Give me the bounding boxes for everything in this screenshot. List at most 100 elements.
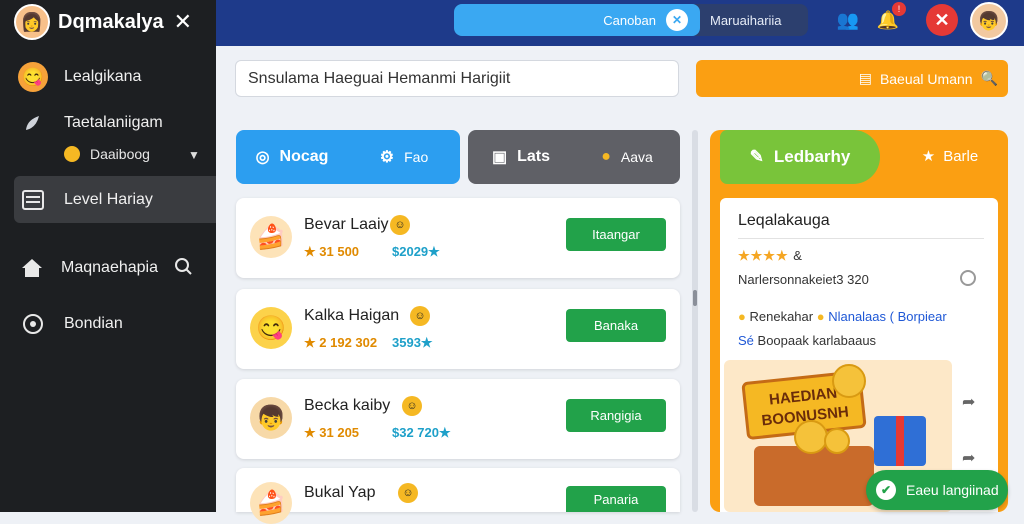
panel-line-3-a: Sé	[738, 333, 754, 348]
list-item: 😋 Kalka Haigan ☺ ★ 2 192 302 3593★ Banak…	[236, 289, 680, 369]
sidebar-item-lealgikana[interactable]: 😋 Lealgikana	[0, 60, 216, 94]
edit-icon: ✎	[749, 147, 764, 166]
sidebar-item-label: Lealgikana	[64, 68, 142, 85]
coin-icon: ●	[601, 148, 611, 165]
trophy-icon: 😋	[18, 62, 48, 92]
scrollbar[interactable]	[692, 130, 698, 512]
sidebar-item-label: Taetalaniigam	[64, 114, 163, 131]
tab-icon: ◎	[255, 149, 270, 166]
tab-fao[interactable]: ⚙ Fao	[348, 147, 460, 167]
treasure-chest	[754, 446, 874, 506]
sidebar: 👩 Dqmakalya ✕ 😋 Lealgikana Taetalaniigam…	[0, 0, 216, 512]
sidebar-subitem[interactable]: Daaiboog	[64, 146, 150, 162]
list-item: 🍰 Bevar Laaiy ☺ ★ 31 500 $2029★ Itaangar	[236, 198, 680, 278]
stars-glyphs: ★★★★	[738, 248, 789, 263]
item-value-secondary: $32 720★	[392, 425, 451, 440]
rating-suffix: &	[793, 248, 803, 263]
item-action-button[interactable]: Banaka	[566, 309, 666, 342]
sidebar-item-label: Level Hariay	[64, 191, 153, 208]
item-value-secondary: $2029★	[392, 244, 440, 259]
item-action-button[interactable]: Rangigia	[566, 399, 666, 432]
scrollbar-thumb[interactable]	[693, 290, 697, 306]
tab-group-secondary: ▣ Lats ● Aava	[468, 130, 680, 184]
tab-lats[interactable]: ▣ Lats	[468, 147, 574, 167]
mode-switch[interactable]: Canoban ✕ Maruaihariia	[454, 4, 808, 36]
tab-nocag[interactable]: ◎ Nocag	[236, 147, 348, 167]
tab-label: Aava	[620, 149, 653, 165]
list-item: 👦 Becka kaiby ☺ ★ 31 205 $32 720★ Rangig…	[236, 379, 680, 459]
share-icon[interactable]: ➦	[962, 448, 975, 468]
fab-label: Eaeu langiinad	[906, 482, 999, 498]
gift-ribbon	[896, 416, 904, 466]
search-input[interactable]: Snsulama Haeguai Hemanmi Harigiit	[235, 60, 679, 97]
share-icon[interactable]: ➦	[962, 392, 975, 412]
tab-label: Lats	[517, 148, 551, 165]
search-icon: 🔍	[980, 70, 998, 86]
notification-badge: !	[892, 2, 906, 16]
panel-line-1: Narlersonnakeiet3 320	[738, 272, 869, 287]
panel-line-3-b: Boopaak karlabaaus	[757, 333, 877, 348]
list-icon: ▤	[858, 70, 872, 86]
panel-line-2: ● Renekahar ● Nlanalaas ( Borpiear	[738, 309, 947, 324]
sidebar-item-taetalaniigam[interactable]: Taetalaniigam	[0, 106, 216, 140]
pill-left-label: Canoban	[603, 12, 656, 28]
item-value-secondary: 3593★	[392, 335, 433, 350]
panel-line-3: Sé Boopaak karlabaaus	[738, 333, 876, 348]
coin-icon	[64, 146, 80, 162]
cake-icon: 🍰	[250, 482, 292, 524]
app-avatar: 👩	[14, 4, 50, 40]
notifications-icon[interactable]: 🔔!	[872, 2, 906, 36]
eye-icon[interactable]	[960, 270, 976, 286]
sidebar-item-maqnaehapia[interactable]: Maqnaehapia	[0, 251, 216, 285]
rating-stars: ★★★★ &	[738, 248, 803, 264]
smile-icon: ☺	[398, 483, 418, 503]
item-action-button[interactable]: Itaangar	[566, 218, 666, 251]
sidebar-item-bondian[interactable]: Bondian	[0, 307, 216, 341]
check-icon: ✔	[876, 480, 896, 500]
sidebar-subitem-label: Daaiboog	[90, 146, 150, 162]
user-avatar[interactable]: 👦	[970, 2, 1008, 40]
tab-label: Nocag	[279, 148, 329, 165]
list-item: 🍰 Bukal Yap ☺ Panaria	[236, 468, 680, 524]
panel-line-2-b[interactable]: Nlanalaas ( Borpiear	[828, 309, 947, 324]
item-name: Becka kaiby	[304, 397, 391, 414]
item-action-button[interactable]: Panaria	[566, 486, 666, 512]
item-value-primary: ★ 2 192 302	[304, 335, 378, 350]
tab-label: Fao	[404, 149, 429, 165]
bonus-button-label: Baeual Umann	[879, 70, 973, 87]
home-icon	[18, 253, 45, 283]
bonus-button[interactable]: ▤ Baeual Umann 🔍	[696, 60, 1008, 97]
tab-ledbarhy[interactable]: ✎ Ledbarhy	[720, 130, 880, 184]
floating-action-button[interactable]: ✔ Eaeu langiinad	[866, 470, 1008, 510]
clear-icon[interactable]: ✕	[666, 9, 688, 31]
mode-left[interactable]: Canoban ✕	[454, 4, 700, 36]
tab-icon: ▣	[491, 149, 508, 166]
settings-icon	[18, 309, 48, 339]
tab-icon: ⚙	[379, 149, 395, 166]
close-icon[interactable]: ✕	[174, 9, 192, 35]
item-value-primary: ★ 31 500	[304, 244, 360, 259]
star-icon: ★	[921, 148, 936, 165]
chevron-down-icon[interactable]: ▼	[188, 148, 200, 162]
users-icon[interactable]: 👥	[832, 4, 864, 36]
tab-aava[interactable]: ● Aava	[574, 148, 680, 166]
panel-title: Leqalakauga	[738, 212, 830, 229]
mode-right[interactable]: Maruaihariia	[700, 4, 808, 36]
divider	[738, 238, 984, 239]
rocket-icon	[18, 108, 48, 138]
item-value-primary: ★ 31 205	[304, 425, 360, 440]
sidebar-item-label: Bondian	[64, 315, 123, 332]
smile-icon: ☺	[402, 396, 422, 416]
item-name: Bukal Yap	[304, 484, 376, 501]
search-icon[interactable]	[174, 257, 192, 280]
sidebar-item-level-hariay[interactable]: Level Hariay	[0, 183, 216, 217]
boy-avatar-icon: 👦	[250, 397, 292, 439]
cake-icon: 🍰	[250, 216, 292, 258]
coin-icon: ●	[816, 309, 825, 324]
item-name: Kalka Haigan	[304, 307, 400, 324]
tab-barle[interactable]: ★ Barle	[900, 140, 1000, 172]
close-icon[interactable]: ✕	[926, 4, 958, 36]
smile-face-icon: 😋	[250, 307, 292, 349]
tab-group-primary: ◎ Nocag ⚙ Fao	[236, 130, 460, 184]
app-title: Dqmakalya	[58, 10, 164, 33]
